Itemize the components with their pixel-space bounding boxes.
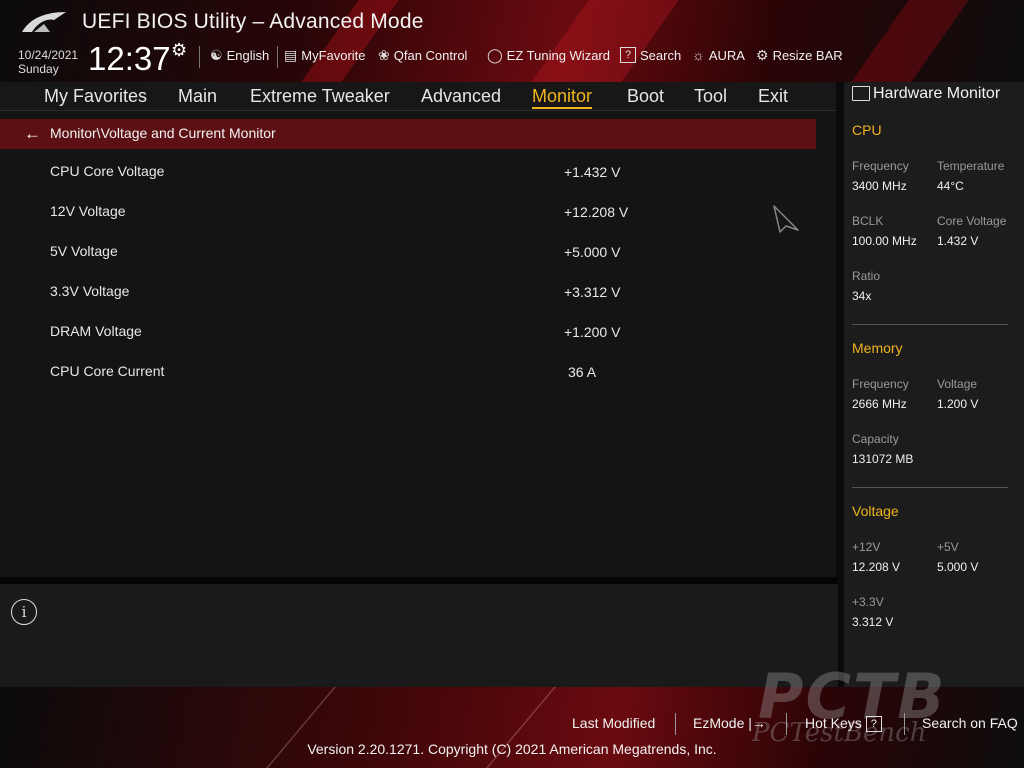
ez-tuning-wizard-label: EZ Tuning Wizard xyxy=(506,48,610,63)
voltage-5v-label: +5V xyxy=(937,540,959,554)
cpu-temperature-value: 44°C xyxy=(937,179,964,193)
voltage-12v-value: 12.208 V xyxy=(852,560,901,574)
search-label: Search xyxy=(640,47,682,63)
cpu-ratio-value: 34x xyxy=(852,289,872,303)
monitor-icon xyxy=(852,86,870,101)
cpu-core-current-value: 36 A xyxy=(568,364,597,380)
cpu-temperature-label: Temperature xyxy=(937,159,1005,173)
header-divider xyxy=(199,46,200,68)
cpu-core-voltage-value: +1.432 V xyxy=(564,164,621,180)
footer-divider xyxy=(904,713,905,735)
question-box-icon: ? xyxy=(620,47,636,63)
breadcrumb: ← Monitor\Voltage and Current Monitor xyxy=(0,119,816,149)
last-modified-button[interactable]: Last Modified xyxy=(572,715,655,731)
tab-boot[interactable]: Boot xyxy=(627,86,664,107)
aura-button[interactable]: ☼ AURA xyxy=(692,47,745,63)
header-divider xyxy=(277,46,278,68)
gear-icon[interactable]: ⚙ xyxy=(171,40,187,61)
mouse-cursor-icon xyxy=(773,205,799,233)
hw-section-cpu: CPU xyxy=(852,122,882,138)
hot-keys-button[interactable]: Hot Keys? xyxy=(805,715,882,733)
aura-label: AURA xyxy=(708,47,745,63)
clock: 12:37 xyxy=(88,40,171,77)
tab-my-favorites[interactable]: My Favorites xyxy=(44,86,147,107)
qfan-control-button[interactable]: ❀ Qfan Control xyxy=(378,47,467,64)
hw-section-memory: Memory xyxy=(852,340,903,356)
resize-bar-icon: ⚙ xyxy=(756,47,769,63)
ez-tuning-wizard-button[interactable]: ◯ EZ Tuning Wizard xyxy=(487,47,610,64)
12v-voltage-label[interactable]: 12V Voltage xyxy=(50,203,126,219)
fan-icon: ❀ xyxy=(378,47,390,63)
tab-tool[interactable]: Tool xyxy=(694,86,727,107)
3-3v-voltage-label[interactable]: 3.3V Voltage xyxy=(50,283,129,299)
favorite-list-icon: ▤ xyxy=(284,47,298,63)
qfan-control-label: Qfan Control xyxy=(393,48,468,63)
help-divider xyxy=(0,577,838,584)
5v-voltage-value: +5.000 V xyxy=(564,244,621,260)
lightbulb-icon: ◯ xyxy=(487,47,503,63)
myfavorite-button[interactable]: ▤ MyFavorite xyxy=(284,47,366,64)
language-button[interactable]: ☯ English xyxy=(210,47,269,64)
search-faq-button[interactable]: Search on FAQ xyxy=(922,715,1018,731)
myfavorite-label: MyFavorite xyxy=(301,48,366,63)
cpu-bclk-label: BCLK xyxy=(852,214,884,228)
cpu-ratio-label: Ratio xyxy=(852,269,881,283)
aura-icon: ☼ xyxy=(692,47,705,63)
footer-divider xyxy=(786,713,787,735)
hot-keys-key-icon: ? xyxy=(865,716,882,733)
tab-advanced[interactable]: Advanced xyxy=(421,86,501,107)
memory-capacity-value: 131072 MB xyxy=(852,452,914,466)
exit-arrow-icon: |→ xyxy=(744,715,766,731)
tab-extreme-tweaker[interactable]: Extreme Tweaker xyxy=(250,86,390,107)
search-button[interactable]: ? Search xyxy=(620,47,681,63)
memory-voltage-label: Voltage xyxy=(937,377,978,391)
breadcrumb-path: Monitor\Voltage and Current Monitor xyxy=(50,125,276,141)
voltage-3-3v-value: 3.312 V xyxy=(852,615,894,629)
cpu-bclk-value: 100.00 MHz xyxy=(852,234,917,248)
3-3v-voltage-value: +3.312 V xyxy=(564,284,621,300)
ezmode-button[interactable]: EzMode |→ xyxy=(693,715,766,731)
5v-voltage-label[interactable]: 5V Voltage xyxy=(50,243,118,259)
hw-section-voltage: Voltage xyxy=(852,503,899,519)
day-display: Sunday xyxy=(18,62,59,76)
dram-voltage-label[interactable]: DRAM Voltage xyxy=(50,323,142,339)
memory-capacity-label: Capacity xyxy=(852,432,899,446)
voltage-12v-label: +12V xyxy=(852,540,881,554)
date-display: 10/24/2021 xyxy=(18,48,79,62)
language-label: English xyxy=(226,48,270,63)
cpu-core-current-label[interactable]: CPU Core Current xyxy=(50,363,164,379)
memory-voltage-value: 1.200 V xyxy=(937,397,979,411)
cpu-core-voltage-hw-value: 1.432 V xyxy=(937,234,979,248)
hardware-monitor-title: Hardware Monitor xyxy=(873,85,1001,102)
memory-frequency-label: Frequency xyxy=(852,377,909,391)
voltage-5v-value: 5.000 V xyxy=(937,560,979,574)
app-title: UEFI BIOS Utility – Advanced Mode xyxy=(82,10,424,33)
voltage-3-3v-label: +3.3V xyxy=(852,595,884,609)
cpu-frequency-label: Frequency xyxy=(852,159,909,173)
cpu-frequency-value: 3400 MHz xyxy=(852,179,907,193)
memory-frequency-value: 2666 MHz xyxy=(852,397,907,411)
resize-bar-label: Resize BAR xyxy=(772,48,843,63)
help-panel xyxy=(0,584,838,687)
hot-keys-label: Hot Keys xyxy=(805,715,862,731)
cpu-core-voltage-label[interactable]: CPU Core Voltage xyxy=(50,163,164,179)
resize-bar-button[interactable]: ⚙ Resize BAR xyxy=(756,47,843,64)
dram-voltage-value: +1.200 V xyxy=(564,324,621,340)
tab-main[interactable]: Main xyxy=(178,86,217,107)
tab-exit[interactable]: Exit xyxy=(758,86,788,107)
info-icon: i xyxy=(11,599,37,625)
hw-divider xyxy=(852,487,1008,488)
footer-divider xyxy=(675,713,676,735)
ezmode-label: EzMode xyxy=(693,715,745,731)
back-arrow-icon[interactable]: ← xyxy=(24,124,41,144)
rog-logo-icon xyxy=(22,12,66,32)
cpu-core-voltage-hw-label: Core Voltage xyxy=(937,214,1007,228)
version-text: Version 2.20.1271. Copyright (C) 2021 Am… xyxy=(307,741,717,757)
12v-voltage-value: +12.208 V xyxy=(564,204,629,220)
tab-monitor[interactable]: Monitor xyxy=(532,86,593,109)
globe-icon: ☯ xyxy=(210,47,223,63)
hw-divider xyxy=(852,324,1008,325)
